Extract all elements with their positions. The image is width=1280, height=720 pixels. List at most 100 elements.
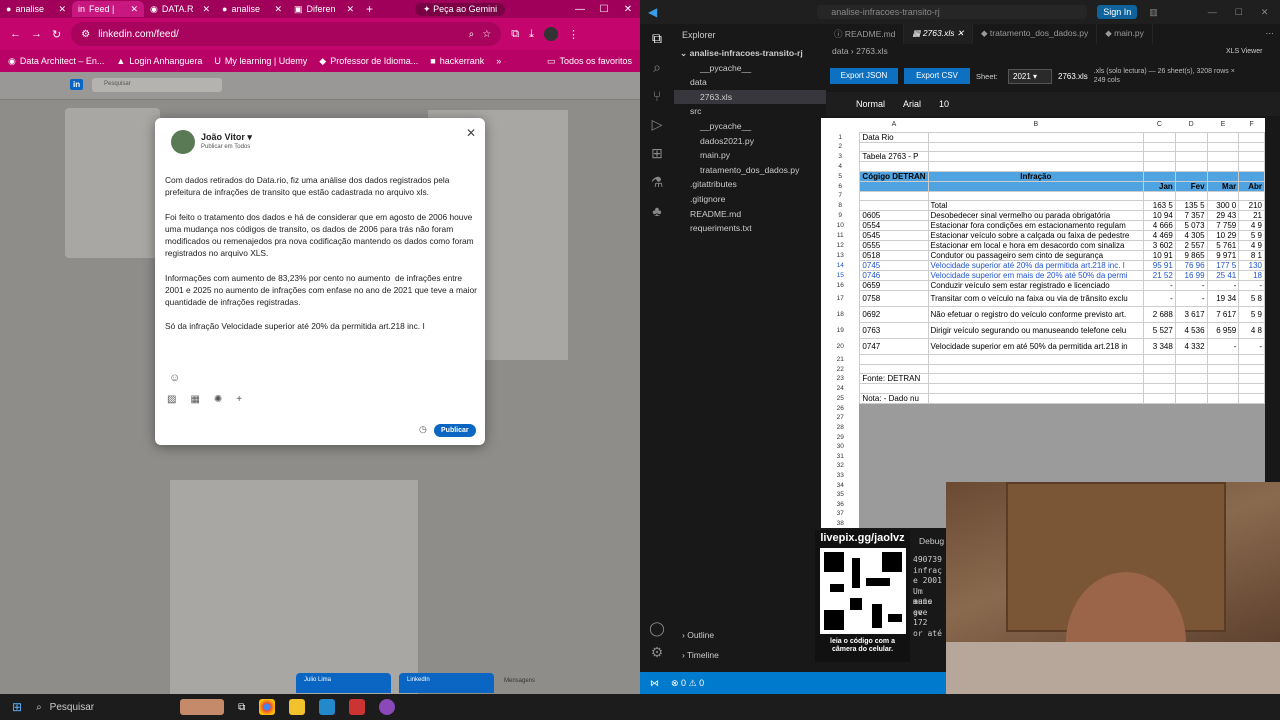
- row-header[interactable]: 37: [821, 509, 860, 519]
- table-cell[interactable]: [1206, 151, 1240, 163]
- editor-tab[interactable]: ⓘ README.md: [826, 24, 905, 44]
- table-cell[interactable]: [927, 131, 1145, 143]
- table-cell[interactable]: [1143, 441, 1176, 453]
- close-window-button[interactable]: ✕: [1261, 7, 1269, 18]
- address-bar[interactable]: ⚙ linkedin.com/feed/ ⌕ ☆: [71, 22, 502, 46]
- table-cell[interactable]: Nota: - Dado nu: [859, 393, 929, 405]
- table-cell[interactable]: 25 41: [1206, 270, 1240, 282]
- reload-icon[interactable]: ↻: [52, 28, 61, 41]
- table-cell[interactable]: [859, 508, 929, 520]
- table-cell[interactable]: [1206, 131, 1240, 143]
- table-cell[interactable]: 7 617: [1206, 306, 1240, 324]
- table-cell[interactable]: 3 617: [1174, 306, 1208, 324]
- timeline-section[interactable]: › Timeline: [674, 642, 826, 668]
- row-header[interactable]: 23: [821, 373, 860, 384]
- table-cell[interactable]: [859, 460, 929, 472]
- table-cell[interactable]: [1143, 151, 1176, 163]
- back-arrow-icon[interactable]: ←: [10, 28, 21, 40]
- task-view-icon[interactable]: ⧉: [238, 702, 245, 713]
- table-cell[interactable]: 3 348: [1143, 338, 1176, 356]
- table-cell[interactable]: 8 1: [1238, 250, 1265, 262]
- table-cell[interactable]: -: [1174, 290, 1208, 308]
- table-cell[interactable]: Velocidade superior em até 50% da permit…: [927, 338, 1145, 356]
- table-cell[interactable]: [859, 499, 929, 510]
- table-cell[interactable]: [1238, 451, 1265, 462]
- table-cell[interactable]: [1238, 431, 1265, 443]
- table-cell[interactable]: 130: [1238, 260, 1265, 272]
- table-cell[interactable]: 0518: [859, 250, 929, 262]
- table-cell[interactable]: 0555: [859, 240, 929, 252]
- file-tree-item[interactable]: dados2021.py: [674, 134, 826, 149]
- table-cell[interactable]: -: [1143, 280, 1176, 292]
- table-cell[interactable]: [859, 422, 929, 433]
- table-cell[interactable]: Velocidade superior até 20% da permitida…: [927, 260, 1145, 272]
- table-cell[interactable]: [927, 383, 1145, 395]
- table-cell[interactable]: [1143, 460, 1176, 472]
- github-desktop-icon[interactable]: [379, 699, 396, 715]
- forward-arrow-icon[interactable]: →: [31, 28, 42, 40]
- table-cell[interactable]: [927, 161, 1145, 172]
- row-header[interactable]: 15: [821, 270, 860, 281]
- row-header[interactable]: 11: [821, 230, 860, 241]
- table-cell[interactable]: [1143, 373, 1176, 385]
- row-header[interactable]: 2: [821, 142, 860, 152]
- table-cell[interactable]: 95 91: [1143, 260, 1176, 272]
- table-cell[interactable]: -: [1174, 280, 1208, 292]
- table-cell[interactable]: 5 9: [1238, 230, 1265, 242]
- table-cell[interactable]: [927, 363, 1145, 375]
- taskbar-search[interactable]: ⌕ Pesquisar: [36, 702, 166, 713]
- table-cell[interactable]: Dirigir veículo segurando ou manuseando …: [927, 322, 1145, 340]
- table-cell[interactable]: [1174, 431, 1208, 443]
- table-cell[interactable]: 0763: [859, 322, 929, 340]
- row-header[interactable]: 33: [821, 470, 860, 481]
- table-cell[interactable]: -: [1238, 280, 1265, 292]
- messaging-label[interactable]: Mensagens: [504, 678, 535, 684]
- row-header[interactable]: 4: [821, 161, 860, 172]
- calendar-icon[interactable]: ▦: [190, 394, 199, 405]
- file-tree-item[interactable]: .gitignore: [674, 192, 826, 207]
- table-cell[interactable]: [859, 403, 929, 414]
- table-cell[interactable]: [1238, 190, 1265, 202]
- close-icon[interactable]: ✕: [957, 28, 964, 38]
- vscode-icon[interactable]: [319, 699, 336, 715]
- bookmark-item[interactable]: U My learning | Udemy: [214, 56, 307, 66]
- browser-tab-active[interactable]: in Feed | ✕: [72, 1, 144, 17]
- file-tree-item[interactable]: tratamento_dos_dados.py: [674, 163, 826, 178]
- table-cell[interactable]: [859, 479, 929, 491]
- table-cell[interactable]: [859, 441, 929, 453]
- table-cell[interactable]: [859, 354, 929, 365]
- export-json-button[interactable]: Export JSON: [830, 68, 898, 84]
- column-header[interactable]: F: [1238, 118, 1265, 132]
- table-cell[interactable]: [927, 393, 1145, 405]
- column-header[interactable]: E: [1207, 118, 1239, 132]
- run-debug-icon[interactable]: ▷: [652, 116, 663, 133]
- table-cell[interactable]: 210: [1238, 200, 1265, 212]
- table-cell[interactable]: [1143, 393, 1176, 405]
- table-cell[interactable]: 0692: [859, 306, 929, 324]
- table-cell[interactable]: Mar: [1206, 180, 1240, 192]
- table-cell[interactable]: [927, 373, 1145, 385]
- table-cell[interactable]: [1143, 131, 1176, 143]
- table-cell[interactable]: Estacionar veículo sobre a calçada ou fa…: [927, 230, 1145, 242]
- table-cell[interactable]: -: [1238, 338, 1265, 356]
- file-tree-item[interactable]: __pycache__: [674, 61, 826, 76]
- table-cell[interactable]: [1238, 151, 1265, 163]
- table-cell[interactable]: [1143, 190, 1176, 202]
- table-cell[interactable]: [1238, 141, 1265, 153]
- table-cell[interactable]: 10 94: [1143, 210, 1176, 222]
- table-cell[interactable]: [859, 141, 929, 153]
- table-cell[interactable]: [1174, 141, 1208, 153]
- table-cell[interactable]: Desobedecer sinal vermelho ou parada obr…: [927, 210, 1145, 222]
- table-cell[interactable]: [859, 161, 929, 172]
- row-header[interactable]: 8: [821, 200, 860, 211]
- row-header[interactable]: 27: [821, 413, 860, 423]
- table-cell[interactable]: [927, 151, 1145, 163]
- table-cell[interactable]: Jan: [1143, 180, 1176, 192]
- row-header[interactable]: 24: [821, 383, 860, 394]
- font-size-select[interactable]: 10: [939, 99, 949, 109]
- table-cell[interactable]: Abr: [1238, 180, 1265, 192]
- table-cell[interactable]: [1238, 170, 1265, 182]
- table-cell[interactable]: 163 5: [1143, 200, 1176, 212]
- table-cell[interactable]: [859, 383, 929, 395]
- table-cell[interactable]: [1174, 412, 1208, 424]
